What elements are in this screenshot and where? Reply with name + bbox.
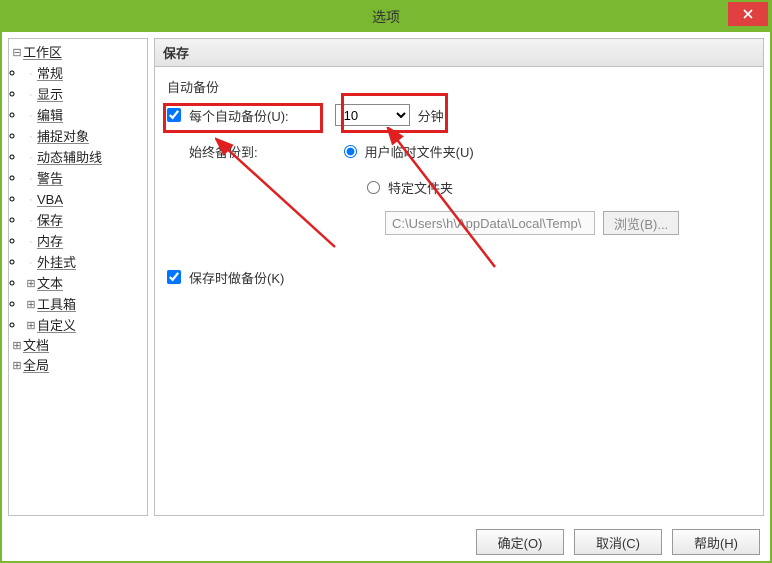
tree-label: 自定义 [37, 316, 76, 336]
tree-leaf-icon: · [25, 85, 37, 105]
backup-on-save-label: 保存时做备份(K) [189, 268, 284, 287]
window-title: 选项 [2, 7, 770, 27]
content-header: 保存 [155, 39, 763, 67]
tree-node[interactable]: ·VBA [25, 190, 145, 210]
dialog-body: ⊟ 工作区 ·常规·显示·编辑·捕捉对象·动态辅助线·警告·VBA·保存·内存·… [2, 32, 770, 522]
tree-leaf-icon: · [25, 148, 37, 168]
tree-node[interactable]: ·外挂式 [25, 253, 145, 273]
section-autobackup-label: 自动备份 [167, 77, 751, 96]
tree-label: 工作区 [23, 43, 62, 63]
radio-specific-folder[interactable] [367, 181, 380, 194]
close-button[interactable] [728, 2, 768, 26]
tree-node[interactable]: ·内存 [25, 232, 145, 252]
tree-leaf-icon: · [25, 253, 37, 273]
tree-label: 文本 [37, 274, 63, 294]
tree-label: 常规 [37, 64, 63, 84]
titlebar: 选项 [2, 2, 770, 32]
tree-label: 显示 [37, 85, 63, 105]
tree-leaf-icon: · [25, 127, 37, 147]
tree-label: 外挂式 [37, 253, 76, 273]
ok-button[interactable]: 确定(O) [476, 529, 564, 555]
tree-label: VBA [37, 190, 63, 210]
interval-unit-label: 分钟 [418, 106, 444, 125]
help-button[interactable]: 帮助(H) [672, 529, 760, 555]
autobackup-checkbox[interactable] [167, 108, 181, 122]
tree-label: 保存 [37, 211, 63, 231]
autobackup-label: 每个自动备份(U): [189, 106, 289, 125]
expander-icon[interactable]: ⊞ [25, 274, 37, 294]
tree-label: 全局 [23, 356, 49, 376]
tree-node[interactable]: ·显示 [25, 85, 145, 105]
tree-node[interactable]: ⊞文本 [25, 274, 145, 294]
expander-icon[interactable]: ⊞ [11, 336, 23, 356]
tree-label: 捕捉对象 [37, 127, 89, 147]
tree-node[interactable]: ·警告 [25, 169, 145, 189]
tree-node[interactable]: ⊞自定义 [25, 316, 145, 336]
tree-node-workspace[interactable]: ⊟ 工作区 [11, 43, 145, 63]
path-input [385, 211, 595, 235]
radio-user-temp-label: 用户临时文件夹(U) [365, 142, 474, 161]
tree-leaf-icon: · [25, 106, 37, 126]
expander-icon[interactable]: ⊟ [11, 43, 23, 63]
radio-user-temp[interactable] [344, 145, 357, 158]
tree-leaf-icon: · [25, 232, 37, 252]
tree-label: 内存 [37, 232, 63, 252]
tree-label: 工具箱 [37, 295, 76, 315]
close-icon [743, 9, 753, 19]
content-body: 自动备份 每个自动备份(U): 10 分钟 始终备份到: 用户临时文件夹(U) [155, 67, 763, 310]
tree-node[interactable]: ·捕捉对象 [25, 127, 145, 147]
content-panel: 保存 自动备份 每个自动备份(U): 10 分钟 始终备份到: 用户临时文 [154, 38, 764, 516]
tree-node[interactable]: ·保存 [25, 211, 145, 231]
browse-button: 浏览(B)... [603, 211, 679, 235]
dialog-footer: 确定(O) 取消(C) 帮助(H) [476, 529, 760, 555]
tree-label: 警告 [37, 169, 63, 189]
cancel-button[interactable]: 取消(C) [574, 529, 662, 555]
tree-node[interactable]: ·编辑 [25, 106, 145, 126]
tree-node-global[interactable]: ⊞ 全局 [11, 356, 145, 376]
radio-specific-folder-label: 特定文件夹 [388, 178, 453, 197]
tree-leaf-icon: · [25, 211, 37, 231]
tree-leaf-icon: · [25, 190, 37, 210]
tree-label: 文档 [23, 336, 49, 356]
expander-icon[interactable]: ⊞ [25, 295, 37, 315]
tree-leaf-icon: · [25, 64, 37, 84]
always-backup-to-label: 始终备份到: [189, 142, 258, 161]
tree-label: 编辑 [37, 106, 63, 126]
expander-icon[interactable]: ⊞ [25, 316, 37, 336]
expander-icon[interactable]: ⊞ [11, 356, 23, 376]
category-tree[interactable]: ⊟ 工作区 ·常规·显示·编辑·捕捉对象·动态辅助线·警告·VBA·保存·内存·… [8, 38, 148, 516]
tree-node[interactable]: ·常规 [25, 64, 145, 84]
tree-node[interactable]: ·动态辅助线 [25, 148, 145, 168]
tree-node[interactable]: ⊞工具箱 [25, 295, 145, 315]
tree-leaf-icon: · [25, 169, 37, 189]
tree-node-document[interactable]: ⊞ 文档 [11, 336, 145, 356]
backup-on-save-checkbox[interactable] [167, 270, 181, 284]
interval-combo[interactable]: 10 [335, 104, 410, 126]
options-dialog: 选项 ⊟ 工作区 ·常规·显示·编辑·捕捉对象·动态辅助线·警告·VBA·保存·… [0, 0, 772, 563]
tree-label: 动态辅助线 [37, 148, 102, 168]
